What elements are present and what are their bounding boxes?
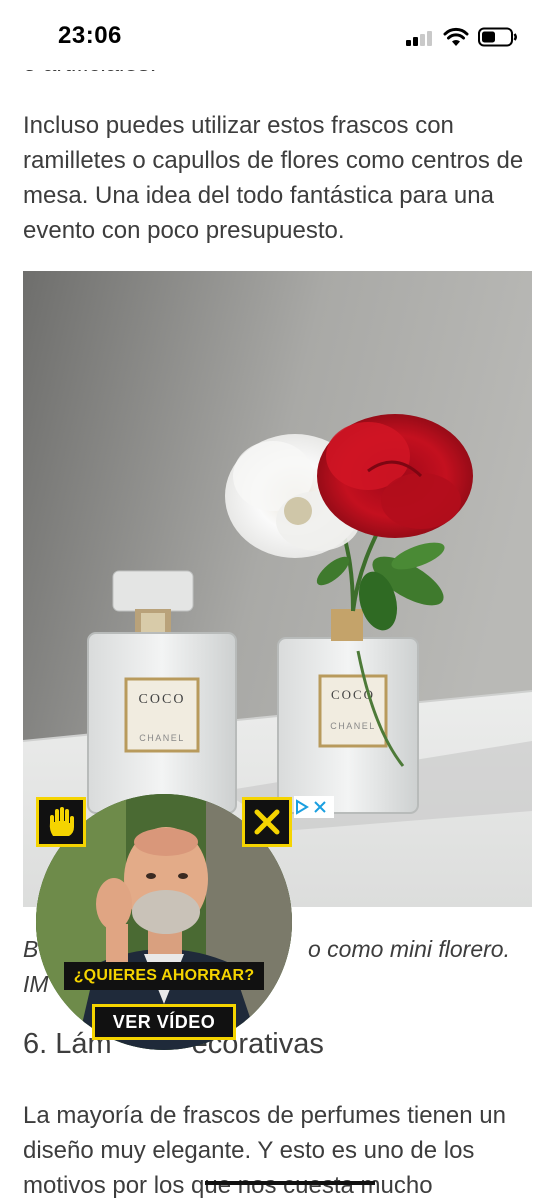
adchoices-icon[interactable] xyxy=(294,796,334,818)
ad-headline: ¿QUIERES AHORRAR? xyxy=(64,962,264,990)
wifi-icon xyxy=(443,27,469,46)
ad-watch-video-button[interactable]: VER VÍDEO xyxy=(92,1004,236,1040)
bottle-label-coco-left: COCO xyxy=(139,692,186,707)
status-bar: 23:06 xyxy=(0,0,555,70)
close-ad-icon[interactable] xyxy=(242,797,292,847)
watermark-underline xyxy=(205,1181,375,1185)
video-ad[interactable]: ¿QUIERES AHORRAR? VER VÍDEO xyxy=(36,794,336,1056)
bottle-brand-right: CHANEL xyxy=(330,721,376,731)
cellular-signal-icon xyxy=(406,30,434,46)
image-caption-end: o como mini florero. xyxy=(308,936,510,962)
hand-icon[interactable] xyxy=(36,797,86,847)
bottle-brand-left: CHANEL xyxy=(139,733,185,743)
article-paragraph: Incluso puedes utilizar estos frascos co… xyxy=(23,112,524,244)
status-time: 23:06 xyxy=(58,22,122,49)
battery-icon xyxy=(478,27,517,47)
adchoices-close-icon[interactable] xyxy=(313,800,327,814)
